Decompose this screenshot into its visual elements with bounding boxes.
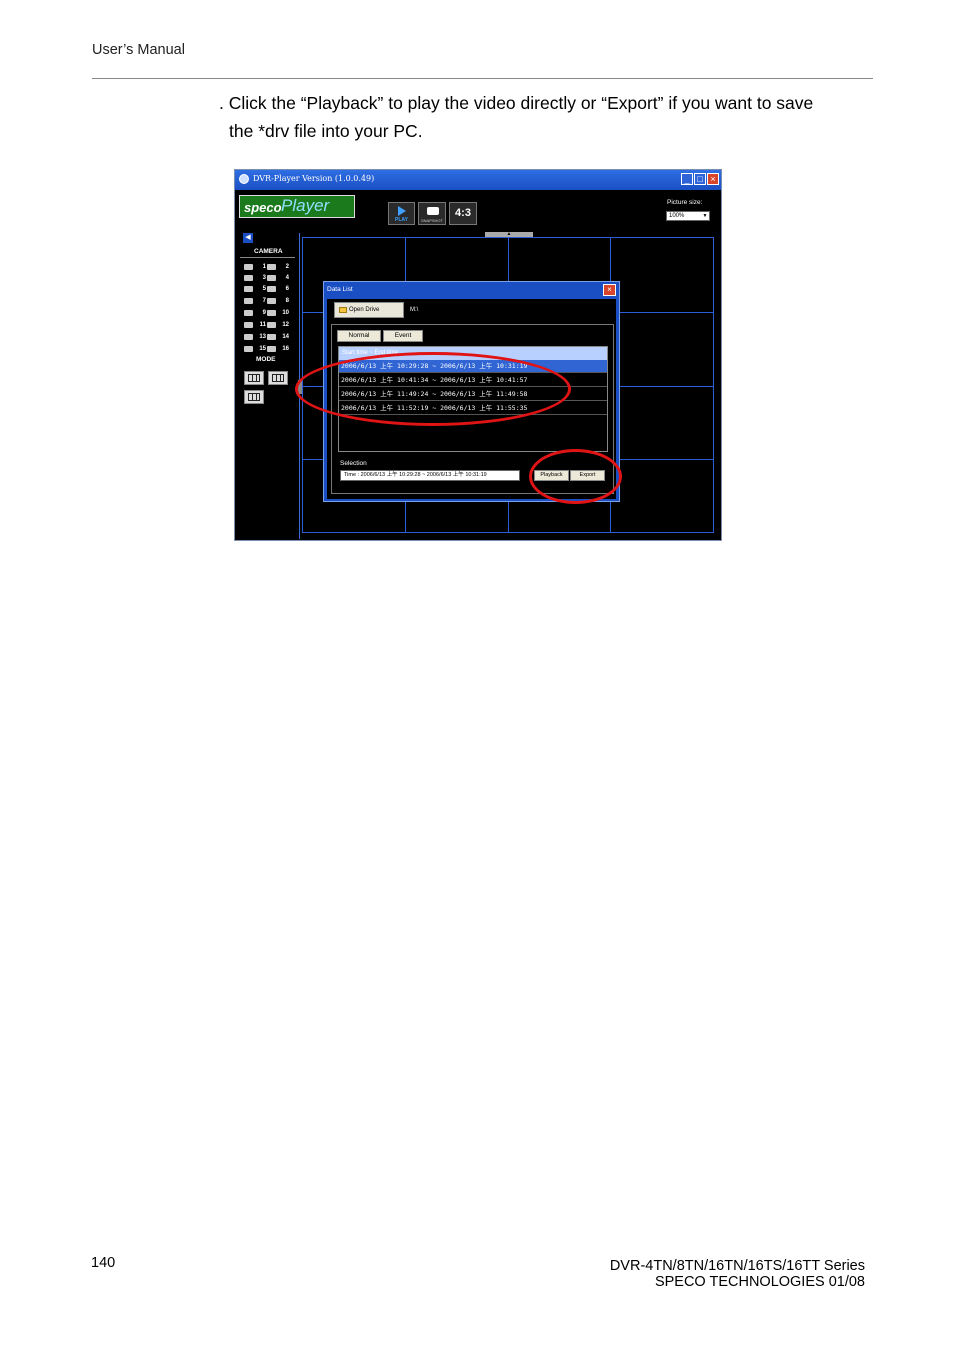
- picture-size-value: 100%: [669, 213, 685, 219]
- camera-icon: [244, 298, 253, 304]
- camera-icon: [244, 334, 253, 340]
- picture-size-select[interactable]: 100% ▼: [666, 211, 710, 221]
- camera-button-3[interactable]: 3: [244, 274, 266, 282]
- dialog-close-icon[interactable]: ×: [603, 284, 616, 296]
- mode-title: MODE: [256, 356, 276, 363]
- grid-16-icon: [248, 393, 260, 401]
- selection-label: Selection: [340, 460, 367, 467]
- list-highlight-ring: [295, 352, 571, 426]
- speco-player-logo: speco Player: [239, 195, 355, 218]
- camera-button-9[interactable]: 9: [244, 309, 266, 317]
- grid-4-icon: [248, 374, 260, 382]
- camera-button-13[interactable]: 13: [244, 333, 266, 341]
- camera-icon: [244, 310, 253, 316]
- tab-event[interactable]: Event: [383, 330, 423, 342]
- window-titlebar: DVR-Player Version (1.0.0.49) _ □ ×: [235, 170, 721, 190]
- picture-size-label: Picture size:: [667, 199, 703, 206]
- camera-button-8[interactable]: 8: [267, 297, 289, 305]
- drive-path: M:\: [410, 307, 419, 313]
- camera-icon: [427, 207, 439, 215]
- header-rule: [92, 78, 873, 79]
- camera-panel: ◀ CAMERA 1 2 3 4 5 6 7 8 9 10 11 12 13 1…: [238, 233, 300, 539]
- camera-icon: [244, 264, 253, 270]
- camera-button-15[interactable]: 15: [244, 345, 266, 353]
- instruction-text: . Click the “Playback” to play the video…: [219, 89, 879, 145]
- snapshot-label: SNAPSHOT: [420, 218, 443, 223]
- camera-icon: [267, 264, 276, 270]
- camera-icon: [267, 322, 276, 328]
- aspect-ratio-button[interactable]: 4:3: [449, 202, 477, 225]
- maximize-icon[interactable]: □: [694, 173, 706, 185]
- buttons-highlight-ring: [529, 449, 622, 504]
- player-screenshot: DVR-Player Version (1.0.0.49) _ □ × spec…: [234, 169, 722, 541]
- camera-button-6[interactable]: 6: [267, 285, 289, 293]
- dialog-title: Data List: [327, 286, 353, 293]
- folder-icon: [339, 307, 347, 313]
- camera-button-7[interactable]: 7: [244, 297, 266, 305]
- camera-button-16[interactable]: 16: [267, 345, 289, 353]
- instruction-line-2: the *drv file into your PC.: [229, 121, 423, 141]
- app-icon: [239, 174, 249, 184]
- camera-icon: [244, 322, 253, 328]
- camera-button-14[interactable]: 14: [267, 333, 289, 341]
- collapse-panel-icon[interactable]: ◀: [243, 233, 253, 243]
- camera-icon: [244, 346, 253, 352]
- open-drive-label: Open Drive: [349, 307, 380, 313]
- play-icon: [398, 206, 406, 216]
- tab-normal[interactable]: Normal: [337, 330, 381, 342]
- camera-button-5[interactable]: 5: [244, 285, 266, 293]
- grid-9-icon: [272, 374, 284, 382]
- camera-icon: [267, 298, 276, 304]
- minimize-icon[interactable]: _: [681, 173, 693, 185]
- logo-player: Player: [281, 196, 330, 215]
- footer-company: SPECO TECHNOLOGIES 01/08: [654, 1274, 865, 1290]
- instruction-line-1: . Click the “Playback” to play the video…: [219, 93, 814, 113]
- chevron-down-icon: ▼: [702, 213, 708, 219]
- mode-16-split-button[interactable]: [244, 390, 264, 404]
- camera-icon: [267, 275, 276, 281]
- snapshot-button[interactable]: SNAPSHOT: [418, 202, 446, 225]
- camera-button-10[interactable]: 10: [267, 309, 289, 317]
- logo-speco: speco: [244, 200, 282, 215]
- camera-button-1[interactable]: 1: [244, 263, 266, 271]
- camera-button-12[interactable]: 12: [267, 321, 289, 329]
- camera-icon: [267, 310, 276, 316]
- camera-icon: [244, 286, 253, 292]
- camera-button-4[interactable]: 4: [267, 274, 289, 282]
- manual-header: User’s Manual: [92, 42, 185, 58]
- camera-icon: [244, 275, 253, 281]
- play-label: PLAY: [395, 217, 408, 223]
- window-title: DVR-Player Version (1.0.0.49): [253, 174, 375, 183]
- footer: DVR-4TN/8TN/16TN/16TS/16TT Series SPECO …: [610, 1258, 865, 1290]
- selection-field: Time : 2006/6/13 上午 10:29:28 ~ 2006/6/13…: [340, 470, 520, 481]
- camera-icon: [267, 346, 276, 352]
- mode-9-split-button[interactable]: [268, 371, 288, 385]
- page-number: 140: [91, 1255, 116, 1271]
- camera-button-11[interactable]: 11: [244, 321, 266, 329]
- play-button[interactable]: PLAY: [388, 202, 415, 225]
- mode-4-split-button[interactable]: [244, 371, 264, 385]
- camera-button-2[interactable]: 2: [267, 263, 289, 271]
- camera-icon: [267, 334, 276, 340]
- footer-series: DVR-4TN/8TN/16TN/16TS/16TT Series: [609, 1258, 865, 1274]
- open-drive-button[interactable]: Open Drive: [334, 302, 404, 318]
- camera-title: CAMERA: [254, 248, 283, 255]
- close-icon[interactable]: ×: [707, 173, 719, 185]
- camera-divider: [240, 257, 295, 258]
- camera-icon: [267, 286, 276, 292]
